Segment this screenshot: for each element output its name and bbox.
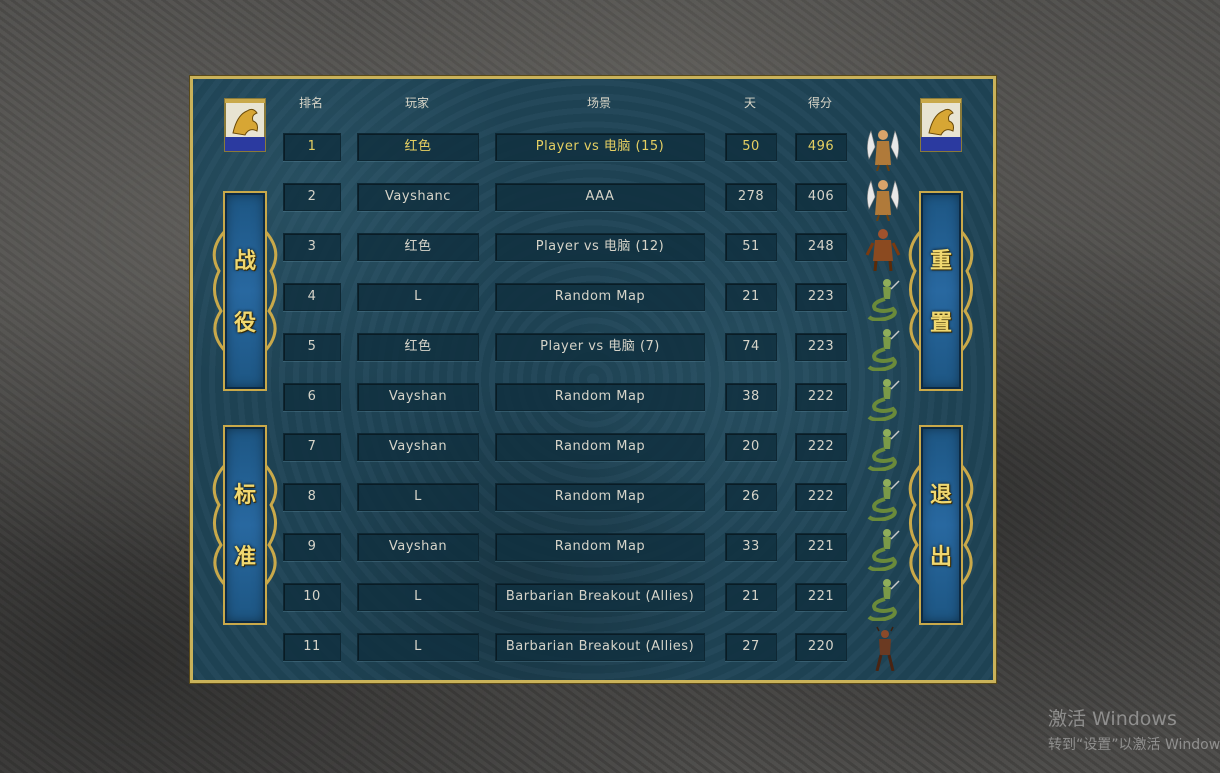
table-row: 8 L Random Map 26 222	[193, 479, 993, 522]
table-row: 3 红色 Player vs 电脑 (12) 51 248	[193, 229, 993, 272]
windows-activation-watermark: 激活 Windows 转到“设置”以激活 Windows。	[1048, 704, 1220, 754]
high-score-panel: 战 役 标 准 重 置 退 出 排名 玩家 场景 天 得分 1 红色 Player …	[189, 75, 997, 684]
rank-cell: 5	[283, 333, 341, 361]
table-row: 6 Vayshan Random Map 38 222	[193, 379, 993, 422]
scenario-cell: AAA	[495, 183, 705, 211]
table-row: 10 L Barbarian Breakout (Allies) 21 221	[193, 579, 993, 622]
score-cell: 406	[795, 183, 847, 211]
score-cell: 221	[795, 533, 847, 561]
table-row: 4 L Random Map 21 223	[193, 279, 993, 322]
days-cell: 20	[725, 433, 777, 461]
scenario-cell: Random Map	[495, 283, 705, 311]
archangel-portrait-icon	[863, 175, 903, 222]
watermark-title: 激活 Windows	[1048, 708, 1177, 730]
header-days: 天	[743, 96, 756, 110]
scenario-cell: Barbarian Breakout (Allies)	[495, 633, 705, 661]
naga-portrait-icon	[863, 275, 903, 322]
naga-portrait-icon	[863, 475, 903, 522]
rank-cell: 10	[283, 583, 341, 611]
table-row: 2 Vayshanc AAA 278 406	[193, 180, 993, 222]
header-rank: 排名	[298, 96, 323, 110]
scenario-cell: Random Map	[495, 533, 705, 561]
naga-portrait-icon	[863, 425, 903, 472]
days-cell: 27	[725, 633, 777, 661]
player-cell: Vayshan	[357, 433, 479, 461]
rank-cell: 7	[283, 433, 341, 461]
rank-cell: 11	[283, 633, 341, 661]
table-row: 9 Vayshan Random Map 33 221	[193, 529, 993, 572]
days-cell: 278	[725, 183, 777, 211]
table-row: 11 L Barbarian Breakout (Allies) 27 220	[193, 626, 993, 672]
table-row: 7 Vayshan Random Map 20 222	[193, 429, 993, 472]
header-scenario: 场景	[586, 96, 611, 110]
days-cell: 74	[725, 333, 777, 361]
player-cell: L	[357, 283, 479, 311]
titan-portrait-icon	[863, 225, 903, 272]
naga-portrait-icon	[863, 525, 903, 572]
naga-portrait-icon	[863, 325, 903, 372]
score-cell: 222	[795, 483, 847, 511]
scenario-cell: Barbarian Breakout (Allies)	[495, 583, 705, 611]
naga-portrait-icon	[863, 375, 903, 422]
header-score: 得分	[807, 96, 832, 110]
table-row: 1 红色 Player vs 电脑 (15) 50 496	[193, 130, 993, 172]
rank-cell: 8	[283, 483, 341, 511]
demon-portrait-icon	[863, 625, 903, 672]
player-cell: 红色	[357, 133, 479, 161]
rank-cell: 4	[283, 283, 341, 311]
score-cell: 223	[795, 283, 847, 311]
scenario-cell: Player vs 电脑 (12)	[495, 233, 705, 261]
score-cell: 222	[795, 383, 847, 411]
days-cell: 50	[725, 133, 777, 161]
naga-portrait-icon	[863, 575, 903, 622]
days-cell: 21	[725, 583, 777, 611]
score-cell: 220	[795, 633, 847, 661]
rank-cell: 3	[283, 233, 341, 261]
player-cell: L	[357, 633, 479, 661]
player-cell: 红色	[357, 233, 479, 261]
archangel-portrait-icon	[863, 125, 903, 172]
scenario-cell: Player vs 电脑 (15)	[495, 133, 705, 161]
score-cell: 223	[795, 333, 847, 361]
header-player: 玩家	[404, 96, 429, 110]
rank-cell: 6	[283, 383, 341, 411]
rank-cell: 2	[283, 183, 341, 211]
scenario-cell: Random Map	[495, 383, 705, 411]
days-cell: 26	[725, 483, 777, 511]
scenario-cell: Random Map	[495, 433, 705, 461]
score-cell: 248	[795, 233, 847, 261]
rank-cell: 9	[283, 533, 341, 561]
scenario-cell: Player vs 电脑 (7)	[495, 333, 705, 361]
player-cell: L	[357, 583, 479, 611]
player-cell: L	[357, 483, 479, 511]
score-cell: 221	[795, 583, 847, 611]
player-cell: 红色	[357, 333, 479, 361]
days-cell: 33	[725, 533, 777, 561]
player-cell: Vayshanc	[357, 183, 479, 211]
days-cell: 38	[725, 383, 777, 411]
watermark-subtitle: 转到“设置”以激活 Windows。	[1048, 737, 1220, 753]
days-cell: 21	[725, 283, 777, 311]
days-cell: 51	[725, 233, 777, 261]
table-row: 5 红色 Player vs 电脑 (7) 74 223	[193, 329, 993, 372]
player-cell: Vayshan	[357, 383, 479, 411]
score-cell: 222	[795, 433, 847, 461]
player-cell: Vayshan	[357, 533, 479, 561]
score-cell: 496	[795, 133, 847, 161]
scenario-cell: Random Map	[495, 483, 705, 511]
rank-cell: 1	[283, 133, 341, 161]
